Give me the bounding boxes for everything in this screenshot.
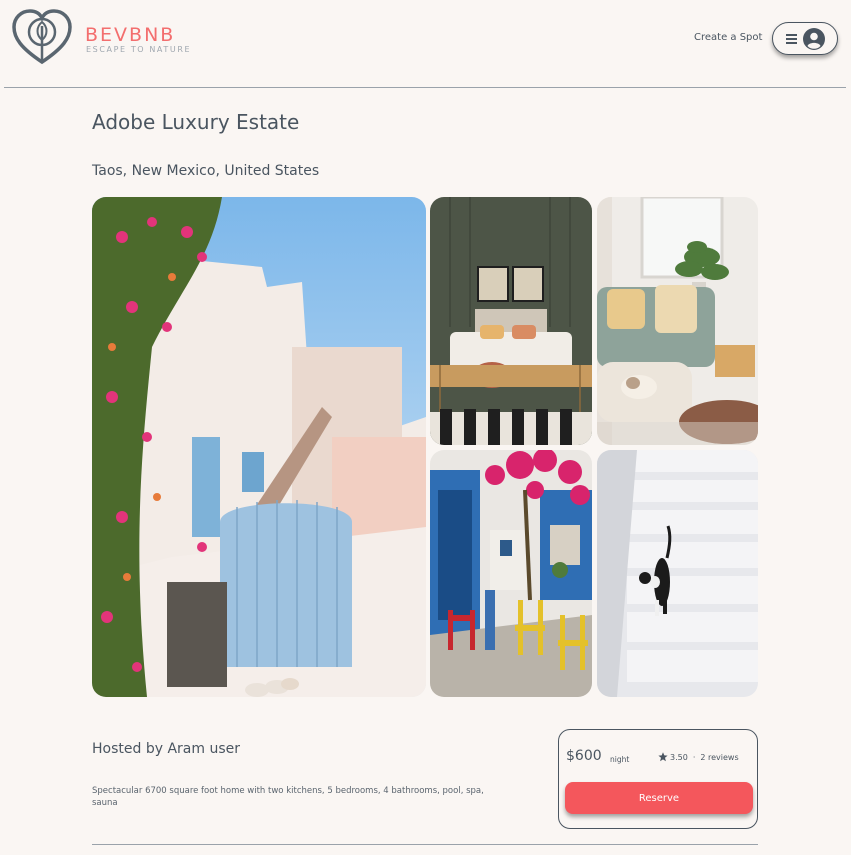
brand-name[interactable]: BEVBNB <box>85 24 175 46</box>
rating-value: 3.50 <box>670 752 688 762</box>
header-divider <box>4 87 846 88</box>
brand-tagline: ESCAPE TO NATURE <box>86 45 192 54</box>
user-menu-button[interactable] <box>772 22 838 55</box>
price-unit: night <box>610 755 630 764</box>
gallery-image-4[interactable] <box>430 450 592 697</box>
spot-location: Taos, New Mexico, United States <box>92 163 320 179</box>
header: BEVBNB ESCAPE TO NATURE Create a Spot <box>0 0 851 88</box>
host-info: Hosted by Aram user <box>92 741 240 757</box>
user-avatar-icon <box>802 27 825 50</box>
gallery-image-2[interactable] <box>430 197 592 445</box>
hamburger-icon <box>785 33 797 44</box>
booking-card: $600 night 3.50 · 2 reviews Reserve <box>558 729 758 829</box>
spot-title: Adobe Luxury Estate <box>92 110 300 134</box>
review-count[interactable]: 2 reviews <box>700 753 738 762</box>
spot-description: Spectacular 6700 square foot home with t… <box>92 786 484 808</box>
create-spot-link[interactable]: Create a Spot <box>694 32 762 43</box>
reserve-button[interactable]: Reserve <box>565 782 753 814</box>
gallery-image-main[interactable] <box>92 197 426 697</box>
separator-dot: · <box>692 752 696 762</box>
section-divider <box>92 844 758 845</box>
star-icon <box>658 752 668 762</box>
heart-leaf-logo-icon[interactable] <box>11 8 73 66</box>
gallery-image-3[interactable] <box>597 197 758 445</box>
gallery-image-5[interactable] <box>597 450 758 697</box>
rating-summary: 3.50 · 2 reviews <box>658 752 739 762</box>
price-value: $600 <box>566 748 602 764</box>
